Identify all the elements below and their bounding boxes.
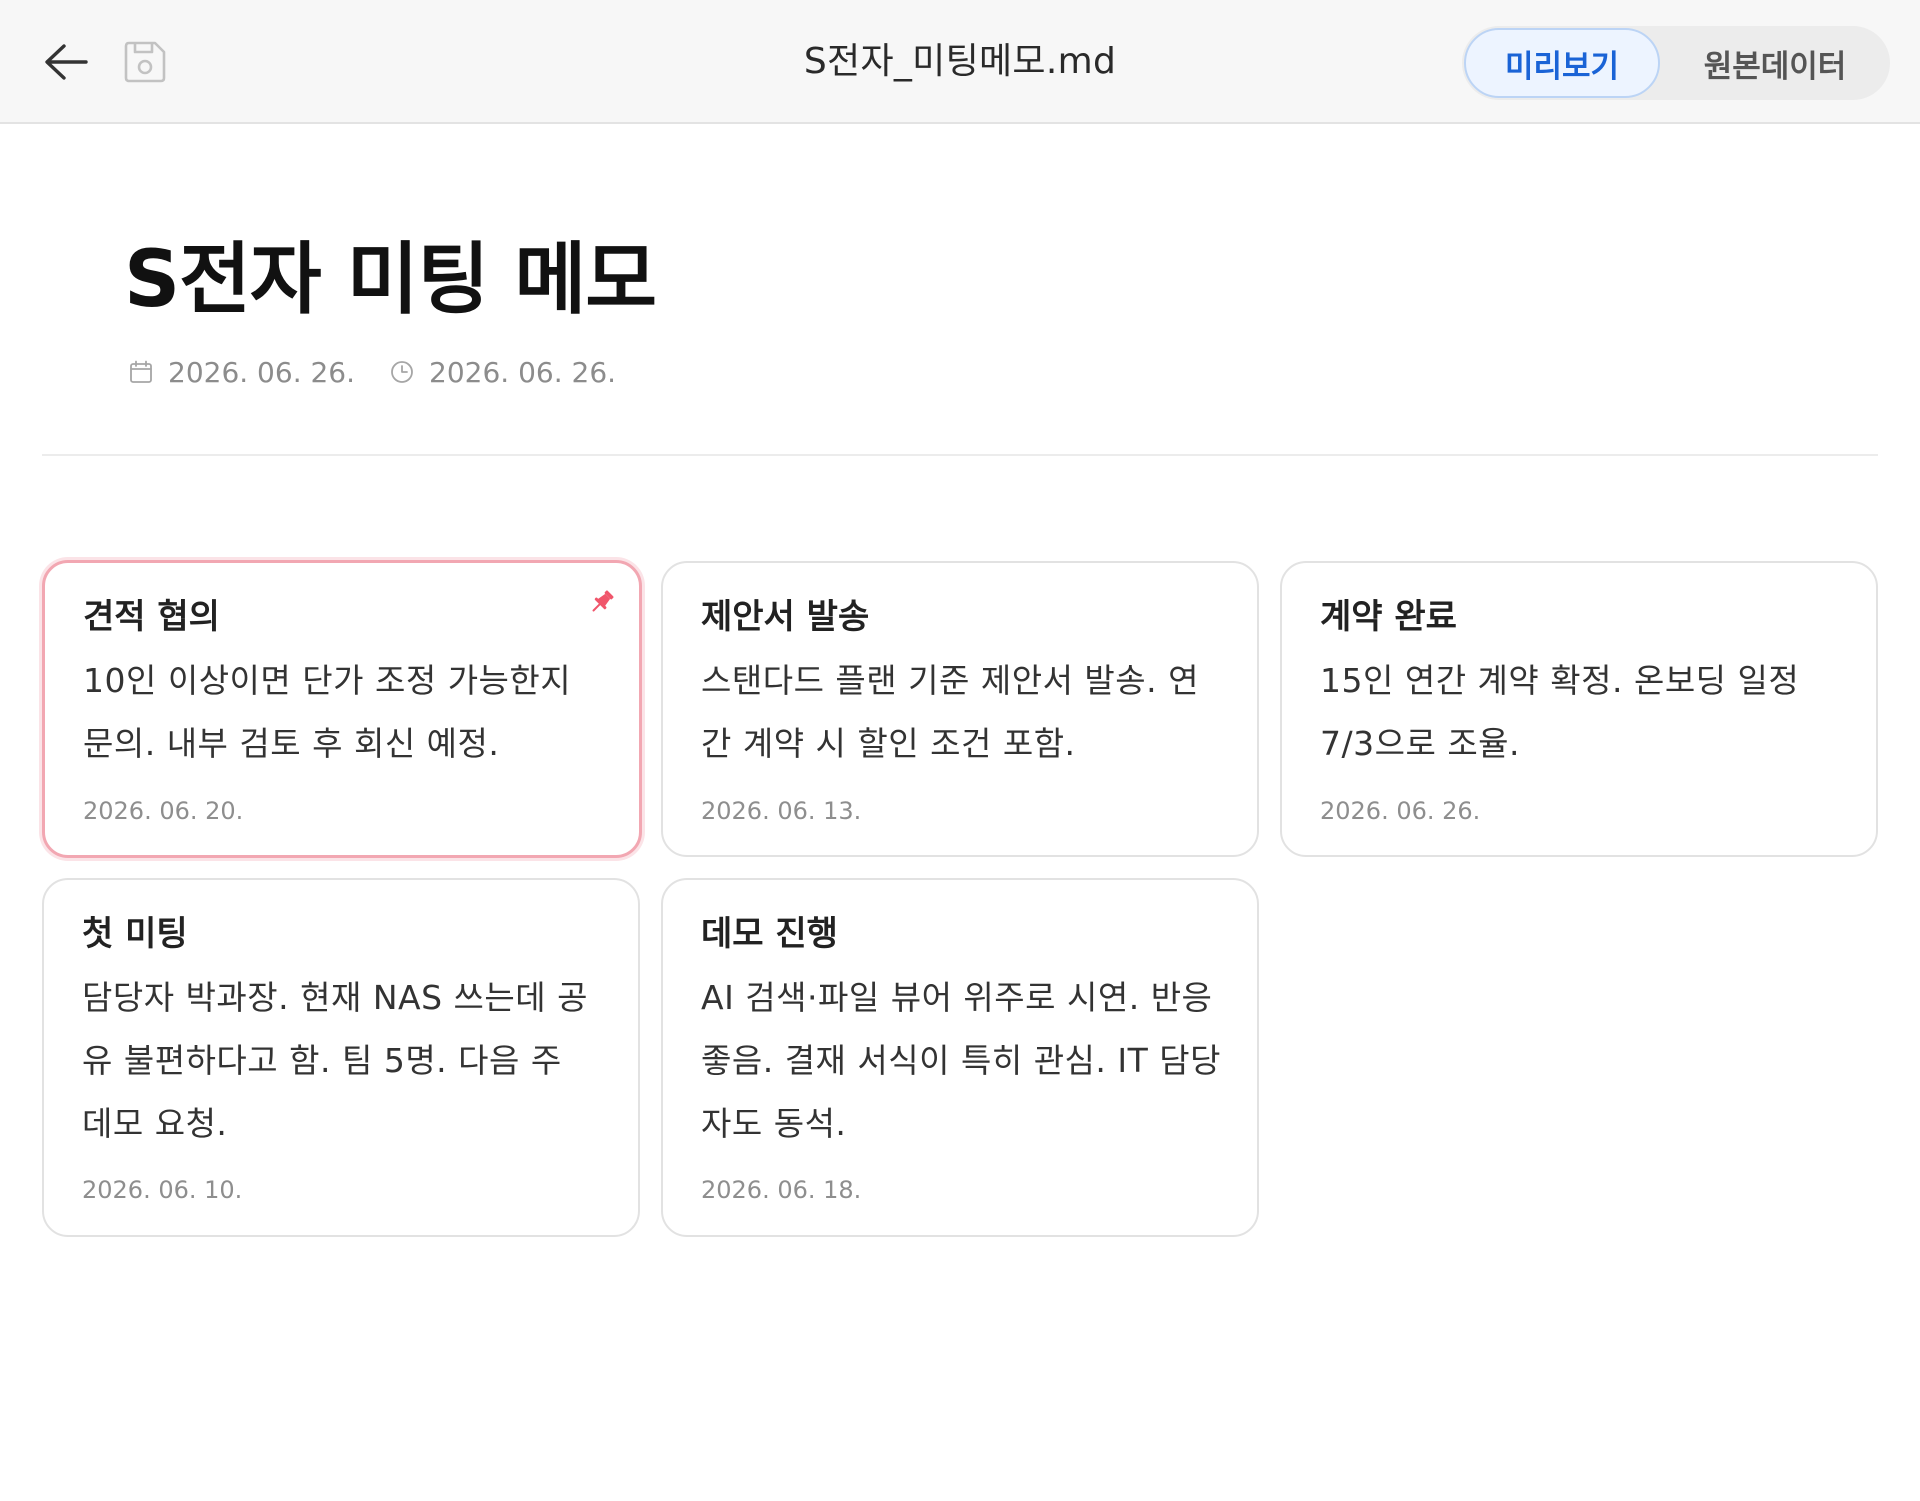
- card-body: 스탠다드 플랜 기준 제안서 발송. 연간 계약 시 할인 조건 포함.: [701, 661, 1199, 763]
- page-title: S전자 미팅 메모: [124, 235, 657, 325]
- created-date-text: 2026. 06. 26.: [168, 355, 356, 389]
- preview-tab[interactable]: 미리보기: [1464, 28, 1660, 98]
- modified-date: 2026. 06. 26.: [389, 356, 616, 389]
- card-body: AI 검색·파일 뷰어 위주로 시연. 반응 좋음. 결재 서식이 특히 관심.…: [701, 978, 1221, 1143]
- top-bar: S전자_미팅메모.md 미리보기 원본데이터: [0, 0, 1920, 124]
- memo-card-pinned[interactable]: 견적 협의 10인 이상이면 단가 조정 가능한지 문의. 내부 검토 후 회신…: [42, 560, 642, 858]
- created-date: 2026. 06. 26.: [128, 356, 355, 389]
- modified-date-text: 2026. 06. 26.: [429, 355, 617, 389]
- memo-card[interactable]: 첫 미팅 담당자 박과장. 현재 NAS 쓰는데 공유 불편하다고 함. 팀 5…: [42, 878, 640, 1237]
- memo-card[interactable]: 데모 진행 AI 검색·파일 뷰어 위주로 시연. 반응 좋음. 결재 서식이 …: [661, 878, 1259, 1237]
- card-date: 2026. 06. 26.: [1320, 797, 1481, 825]
- card-date: 2026. 06. 20.: [83, 797, 244, 825]
- clock-icon: [391, 361, 413, 383]
- memo-card[interactable]: 제안서 발송 스탠다드 플랜 기준 제안서 발송. 연간 계약 시 할인 조건 …: [661, 561, 1259, 857]
- calendar-icon: [130, 360, 152, 383]
- card-date: 2026. 06. 10.: [82, 1176, 243, 1204]
- memo-card[interactable]: 계약 완료 15인 연간 계약 확정. 온보딩 일정 7/3으로 조율. 202…: [1280, 561, 1878, 857]
- card-title: 제안서 발송: [701, 597, 870, 637]
- card-body: 15인 연간 계약 확정. 온보딩 일정 7/3으로 조율.: [1320, 661, 1800, 763]
- card-date: 2026. 06. 13.: [701, 797, 862, 825]
- view-mode-toggle: 미리보기 원본데이터: [1462, 26, 1890, 100]
- card-title: 견적 협의: [83, 597, 220, 637]
- card-date: 2026. 06. 18.: [701, 1176, 862, 1204]
- card-title: 데모 진행: [701, 914, 838, 954]
- pin-icon[interactable]: [587, 587, 617, 617]
- document-meta: 2026. 06. 26. 2026. 06. 26.: [128, 352, 616, 392]
- card-body: 10인 이상이면 단가 조정 가능한지 문의. 내부 검토 후 회신 예정.: [83, 661, 572, 763]
- raw-data-tab[interactable]: 원본데이터: [1664, 28, 1886, 98]
- card-title: 계약 완료: [1320, 597, 1457, 637]
- card-title: 첫 미팅: [82, 914, 188, 954]
- card-body: 담당자 박과장. 현재 NAS 쓰는데 공유 불편하다고 함. 팀 5명. 다음…: [82, 978, 588, 1143]
- header-divider: [42, 454, 1878, 456]
